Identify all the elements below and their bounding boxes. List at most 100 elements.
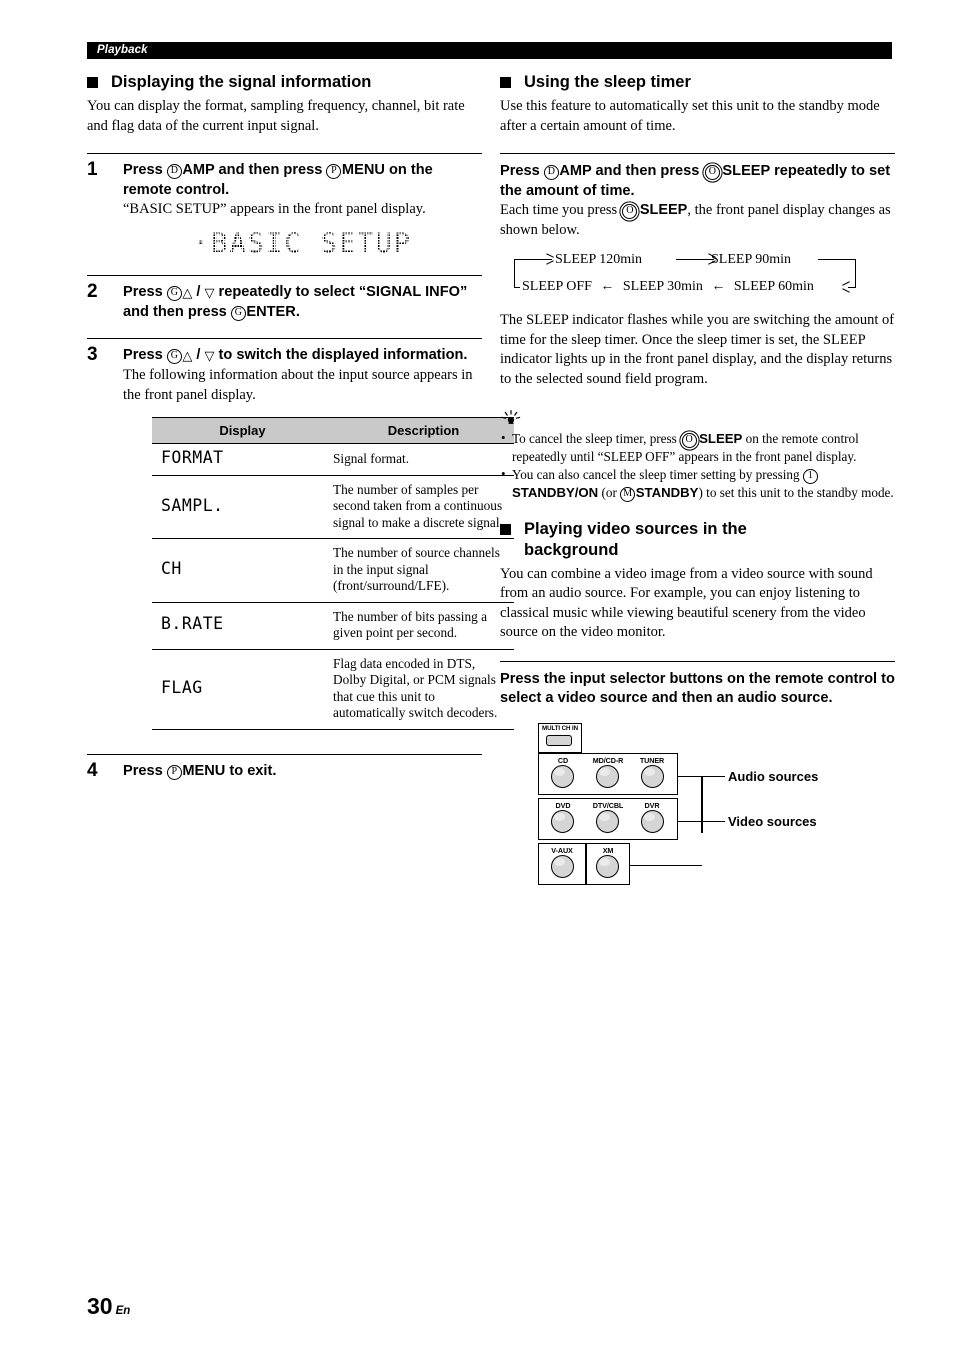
tip2-e: ) to set this unit to the standby mode. [698,484,894,500]
sleep-i-d: SLEEP [722,163,771,179]
input-button-cd[interactable] [551,764,574,788]
lcd-text-flag: FLAG [161,677,203,697]
cycle-arrow-1b [546,260,554,265]
lcd-text-ch: CH [161,559,182,578]
cycle-item-30min: SLEEP 30min [622,279,703,294]
callout-audio-sources: Audio sources [728,768,819,784]
lcd-text-format: FORMAT [161,448,224,467]
cycle-line-left [514,259,516,288]
table-cell-description: The number of bits passing a given point… [333,602,514,650]
marker-g2-icon: G [230,306,246,321]
button-label-cd: CD [557,755,569,765]
cycle-line-right [855,259,857,288]
step-1-body: “BASIC SETUP” appears in the front panel… [123,201,426,217]
cycle-item-60min: SLEEP 60min [733,279,814,294]
marker-o2-icon: O [622,204,638,219]
step-2-number: 2 [87,280,98,302]
cycle-item-off: SLEEP OFF [522,279,592,294]
table-row: FLAG Flag data encoded in DTS, Dolby Dig… [152,649,514,730]
cycle-line-bottom-left [514,287,520,289]
step1-t-b: AMP [182,162,215,178]
input-button-dvr[interactable] [641,809,664,833]
section-heading-signal-info: Displaying the signal information [87,72,482,93]
step-4: 4 Press P MENU to exit. [87,760,482,782]
section-heading-video-background: Playing video sources in the background [500,519,895,561]
step-1-number: 1 [87,159,98,180]
table-cell-display: FORMAT [152,443,333,476]
cycle-arrow-left-2: ← [711,279,726,294]
square-bullet-icon-2 [500,77,511,88]
cycle-item-90min: SLEEP 90min [711,252,791,267]
step4-t-a: Press [123,762,167,779]
cycle-arrow-3a [842,281,850,286]
front-panel-display-mock: ·BASIC SETUP [123,220,482,259]
step-3-body: The following information about the inpu… [123,367,473,403]
input-button-xm[interactable] [596,854,619,878]
sleep-s-a: Each time you press [500,202,621,218]
table-cell-description: Flag data encoded in DTS, Dolby Digital,… [333,649,514,730]
step2-t-c: ENTER. [246,304,300,320]
step3-t-b: to switch the displayed information. [214,346,468,363]
step-3-title: Press G △ / ▽ to switch the displayed inf… [123,346,482,367]
connector-audio-out [701,775,725,777]
input-button-tuner[interactable] [641,764,664,788]
down-triangle-icon: ▽ [204,285,215,301]
left-column: Displaying the signal information You ca… [87,72,514,782]
connector-video-stub [678,820,702,822]
lcd-text-basic-setup: ·BASIC SETUP [192,227,413,259]
marker-o3-icon: O [681,433,697,448]
divider-step4 [87,753,482,755]
tip-item-1: To cancel the sleep timer, press OSLEEP … [500,429,895,466]
table-header-description: Description [333,417,514,444]
input-button-md-cd-r[interactable] [596,764,619,788]
manual-page: Playback Displaying the signal informati… [0,0,954,1348]
cycle-line-top-left [514,259,552,261]
sleep-s-b: SLEEP [639,202,688,218]
up-triangle-icon-2: △ [182,348,193,364]
step1-t-c: and then press [214,162,327,178]
sleep-i-b: AMP [559,163,592,179]
page-language-code: En [115,1305,131,1317]
button-label-dvd: DVD [555,800,571,810]
tip1-b: SLEEP [699,431,743,446]
marker-p-icon: P [326,164,342,179]
step4-t-c: to exit. [225,762,277,779]
lcd-text-brate: B.RATE [161,614,224,634]
signal-info-table: Display Description FORMAT Signal format… [152,417,514,730]
table-header-display: Display [152,417,333,444]
divider-step3 [87,337,482,339]
step-2-title: Press G △ / ▽ repeatedly to select “SIGNA… [123,283,482,323]
callout-video-sources: Video sources [728,813,817,829]
tip2-a: You can also cancel the sleep timer sett… [512,466,803,482]
input-button-dvd[interactable] [551,809,574,833]
step2-t-a: Press [123,283,167,300]
table-cell-description: Signal format. [333,443,514,476]
connector-audio-vert [701,775,703,833]
input-button-dtv-cbl[interactable] [596,809,619,833]
multi-ch-in-button[interactable] [546,734,572,746]
running-head-banner: Playback [87,42,892,59]
input-button-v-aux[interactable] [551,854,574,878]
step-3-number: 3 [87,343,98,365]
tip2-d: STANDBY [635,484,699,500]
step1-t-d: MENU [341,162,385,178]
right-column: Using the sleep timer Use this feature t… [500,72,895,885]
table-row: CH The number of source channels in the … [152,538,514,603]
running-head-label: Playback [97,44,148,56]
tip2-c: (or [598,484,621,500]
marker-d-icon: D [166,164,182,179]
divider-step1 [87,153,482,154]
sleep-heading-text: Using the sleep timer [524,73,691,91]
cycle-line-top-right [818,259,856,261]
cycle-line-bottom-right [848,287,856,289]
section-intro-paragraph: You can display the format, sampling fre… [87,98,465,134]
sleep-i-c: and then press [591,163,704,179]
square-bullet-icon [87,77,98,88]
button-label-tuner: TUNER [639,755,665,765]
step2-sep: / [192,283,205,300]
square-bullet-icon-3 [500,523,511,535]
sleep-cycle-diagram: SLEEP 120min SLEEP 90min SLEEP OFF ← SLE… [500,250,895,310]
cycle-item-120min: SLEEP 120min [555,252,642,267]
step-2: 2 Press G △ / ▽ repeatedly to select “SIG… [87,280,482,323]
sleep-instruction: Press D AMP and then press O SLEEP repeate… [500,162,895,201]
